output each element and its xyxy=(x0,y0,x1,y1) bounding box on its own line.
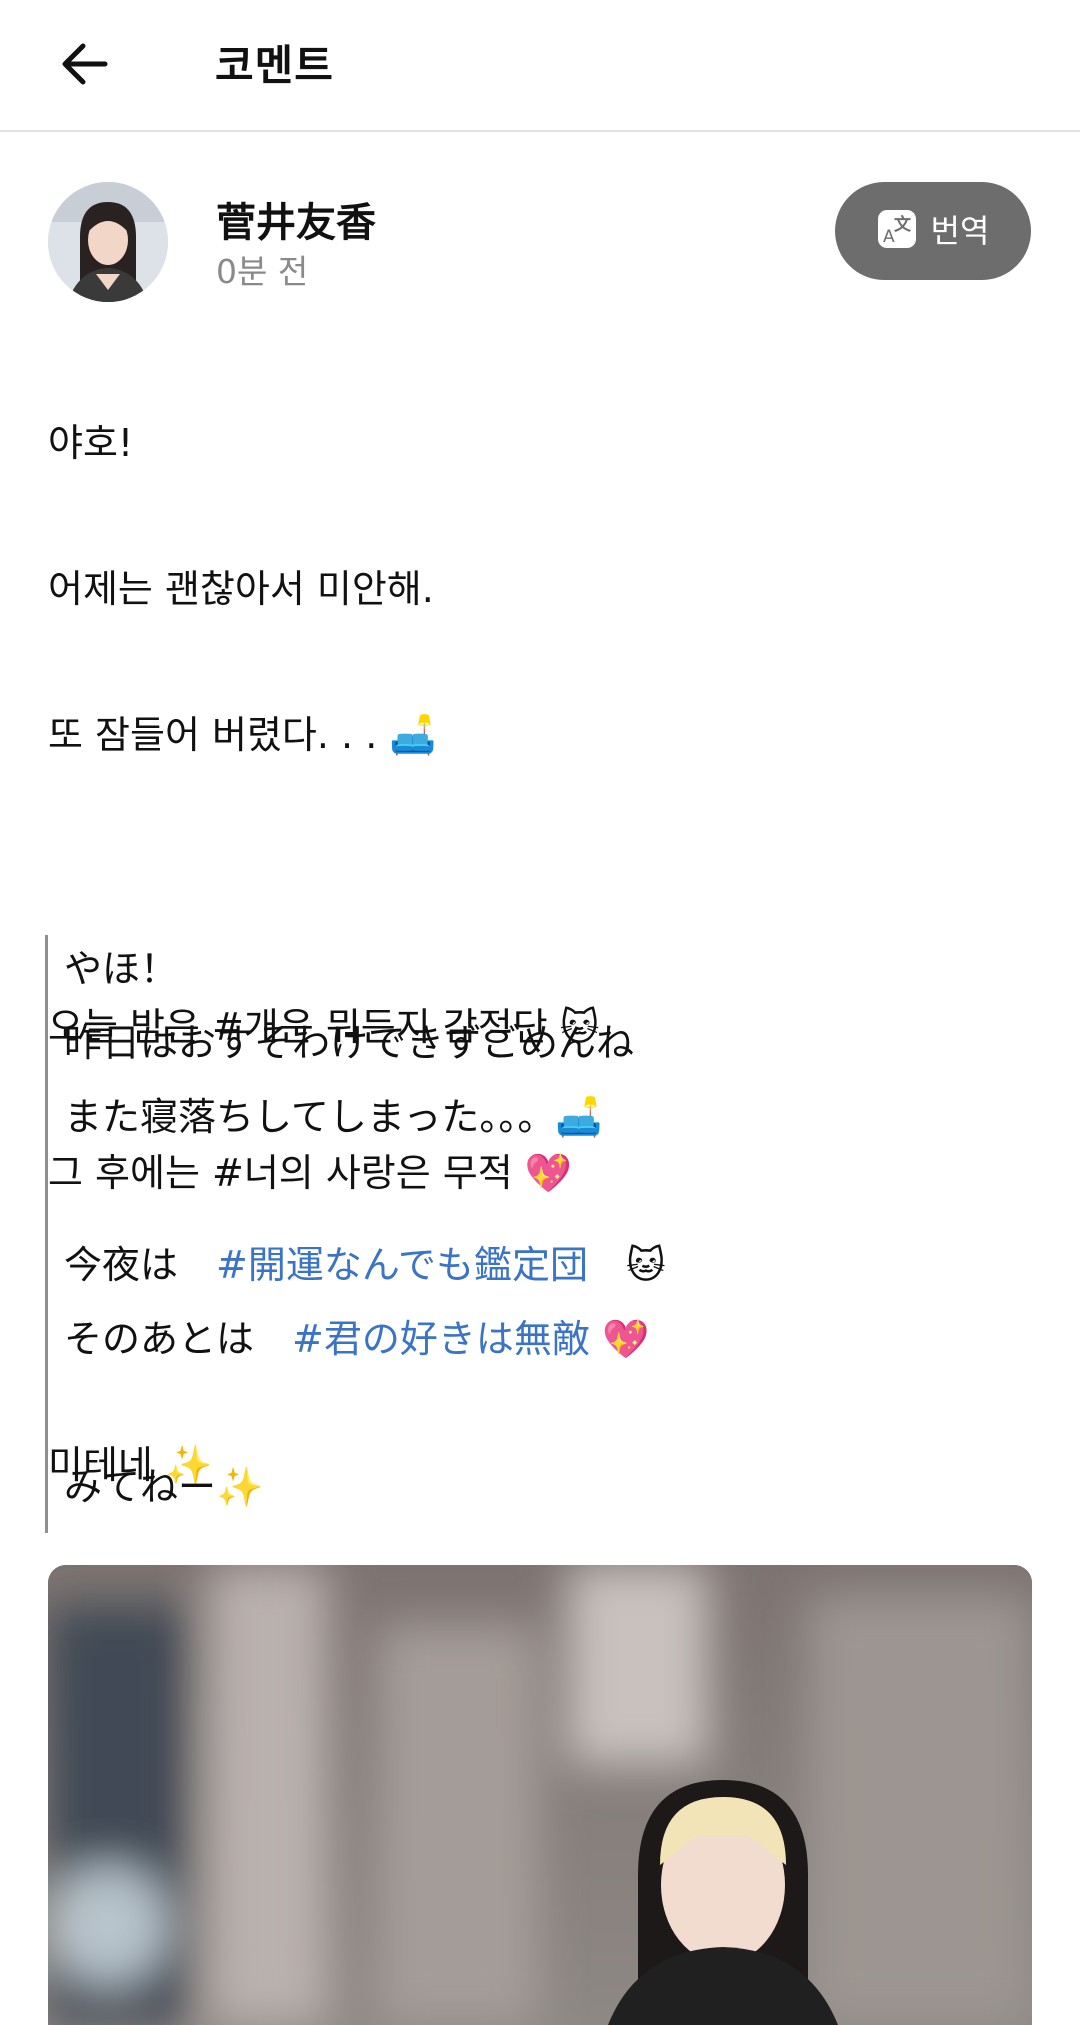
text-line: また寝落ちしてしまった。。。🛋️ xyxy=(64,1095,603,1139)
hashtag-link[interactable]: #君の好きは無敵 xyxy=(292,1317,590,1361)
text-segment: 🐱 xyxy=(587,1243,666,1287)
svg-text:文: 文 xyxy=(894,214,912,235)
text-line: 今夜は #開運なんでも鑑定団 🐱 xyxy=(64,1228,1024,1302)
text-line: 또 잠들어 버렸다. . . 🛋️ xyxy=(48,713,437,757)
text-segment: 💖 xyxy=(589,1317,650,1361)
text-segment: そのあとは xyxy=(64,1317,293,1361)
author-avatar[interactable] xyxy=(48,182,168,302)
text-line: そのあとは #君の好きは無敵 💖 xyxy=(64,1302,1024,1376)
text-segment: 今夜は xyxy=(64,1243,217,1287)
text-line: やほ！ xyxy=(64,947,179,991)
original-post-text: やほ！ 昨日はおすそわけできずごめんね また寝落ちしてしまった。。。🛋️ 今夜は… xyxy=(64,932,1024,1524)
text-line: 야호! xyxy=(48,421,134,465)
post-image[interactable] xyxy=(48,1565,1032,2025)
post-timestamp: 0분 전 xyxy=(216,252,309,291)
page-title: 코멘트 xyxy=(215,41,334,90)
translate-label: 번역 xyxy=(930,212,990,250)
arrow-left-icon xyxy=(59,38,111,94)
translate-button[interactable]: A 文 번역 xyxy=(835,182,1031,280)
translate-icon: A 文 xyxy=(877,209,917,253)
back-button[interactable] xyxy=(40,30,130,102)
text-line: 어제는 괜찮아서 미안해. xyxy=(48,567,434,611)
text-line: 昨日はおすそわけできずごめんね xyxy=(64,1021,635,1065)
hashtag-link[interactable]: #開運なんでも鑑定団 xyxy=(216,1243,588,1287)
text-line: みてねー✨ xyxy=(64,1465,264,1509)
text-line xyxy=(48,845,1038,918)
quote-divider xyxy=(45,935,48,1533)
top-app-bar: 코멘트 xyxy=(0,0,1080,132)
author-name[interactable]: 菅井友香 xyxy=(216,196,376,250)
